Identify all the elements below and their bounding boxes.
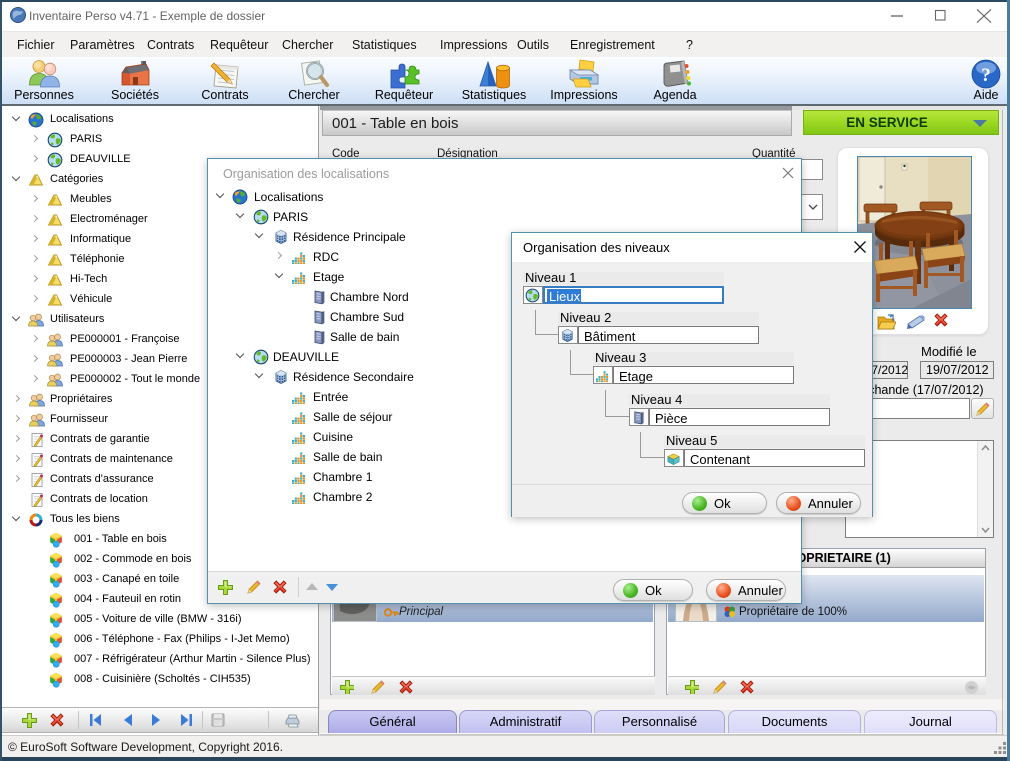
svg-text:?: ? [981,65,991,86]
